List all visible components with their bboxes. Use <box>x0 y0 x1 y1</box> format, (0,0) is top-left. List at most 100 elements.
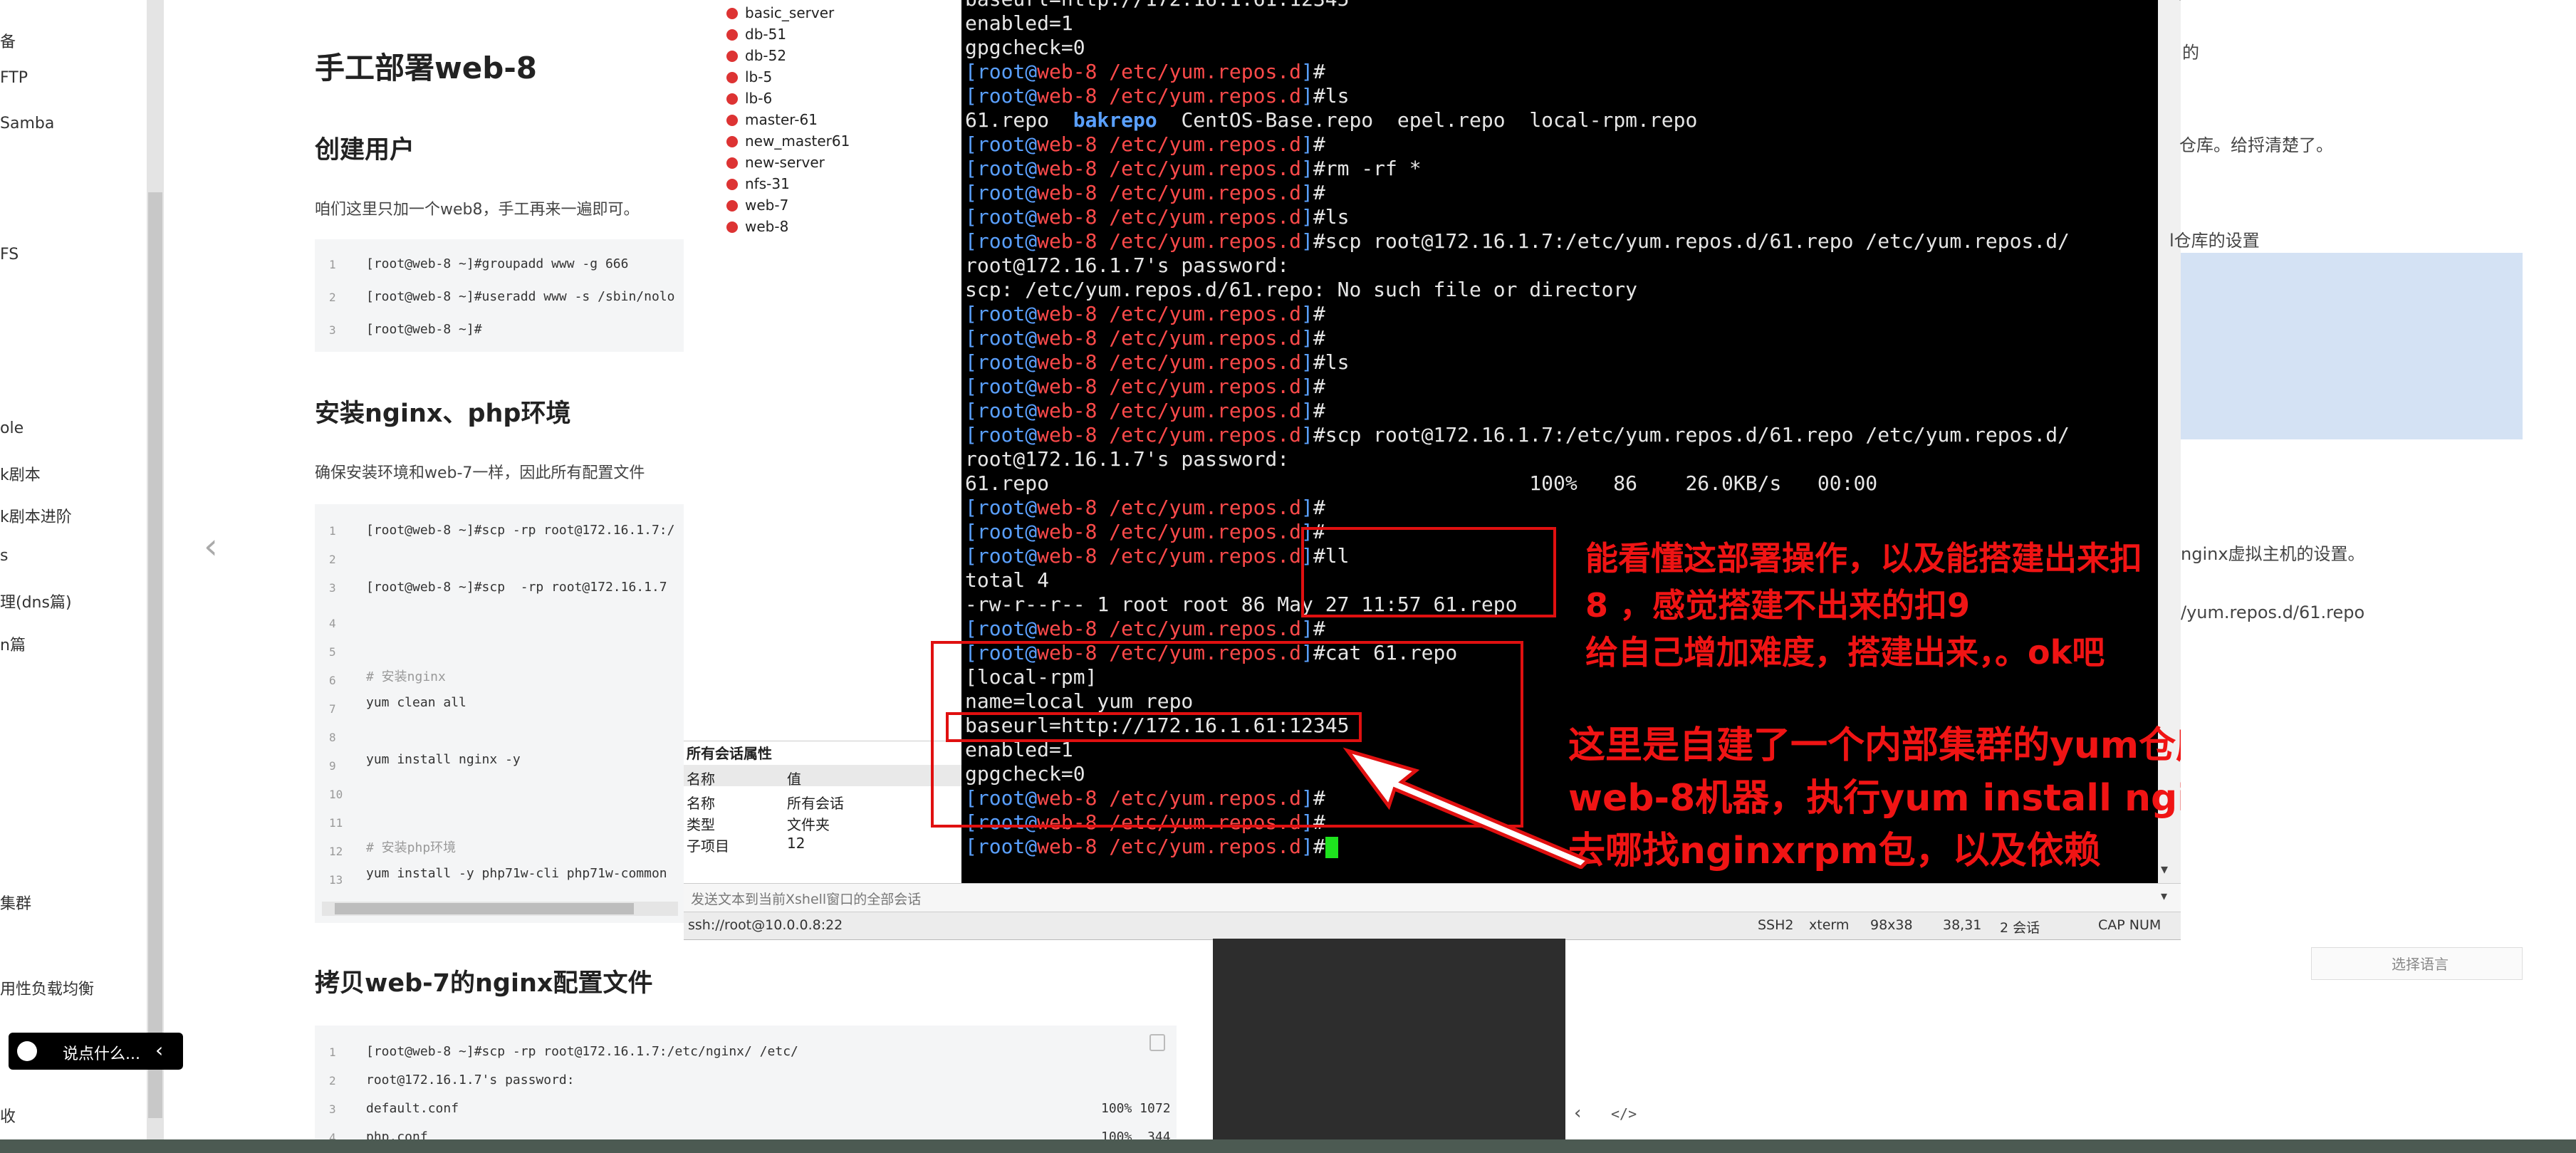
session-item[interactable]: db-51 <box>745 26 786 43</box>
terminal-line: [root@web-8 /etc/yum.repos.d]#ls <box>965 205 1350 229</box>
dark-panel <box>1213 939 1565 1139</box>
status-size: 98x38 <box>1870 917 1913 933</box>
property-value: 12 <box>787 835 805 852</box>
code-line: yum install nginx -y <box>366 752 521 767</box>
code-horizontal-scrollbar-thumb[interactable] <box>335 903 634 914</box>
session-item[interactable]: new_master61 <box>745 132 850 150</box>
compose-bar-text[interactable]: 发送文本到当前Xshell窗口的全部会话 <box>691 889 921 908</box>
line-number: 2 <box>329 1074 336 1087</box>
smiley-icon[interactable] <box>17 1041 37 1061</box>
right-panel-text: nginx虚拟主机的设置。 <box>2181 544 2365 564</box>
terminal-line: [root@web-8 /etc/yum.repos.d]# <box>965 181 1325 204</box>
terminal-line: [root@web-8 /etc/yum.repos.d]# <box>965 835 1338 858</box>
nav-item[interactable]: Samba <box>0 115 54 132</box>
terminal-line: scp: /etc/yum.repos.d/61.repo: No such f… <box>965 278 1638 301</box>
line-number: 9 <box>329 759 336 773</box>
terminal-line: [root@web-8 /etc/yum.repos.d]# <box>965 520 1325 543</box>
session-icon <box>726 221 738 233</box>
line-number: 1 <box>329 524 336 538</box>
nav-item[interactable]: n篇 <box>0 632 26 655</box>
nav-item[interactable]: 集群 <box>0 891 31 914</box>
chat-collapse-icon[interactable]: ‹ <box>155 1038 163 1062</box>
property-name: 名称 <box>687 795 715 812</box>
session-item[interactable]: new-server <box>745 154 825 171</box>
right-panel-text: 的 <box>2182 43 2199 63</box>
session-icon <box>726 29 738 41</box>
code-line-right: 100% 1072 <box>1101 1101 1171 1116</box>
line-number: 1 <box>329 258 336 271</box>
line-number: 5 <box>329 645 336 659</box>
session-item[interactable]: web-7 <box>745 197 788 214</box>
annotation-note-2: 这里是自建了一个内部集群的yum仓库 <box>1568 724 2213 767</box>
code-line: [root@web-8 ~]#scp -rp root@172.16.1.7:/… <box>366 1044 798 1059</box>
page-title: 手工部署web-8 <box>315 51 538 85</box>
status-sessions: 2 会话 <box>2000 920 2040 936</box>
session-icon <box>726 72 738 83</box>
code-line: yum install -y php71w-cli php71w-common <box>366 866 667 881</box>
nav-item[interactable]: 备 <box>0 29 16 52</box>
session-icon <box>726 136 738 147</box>
properties-header-row <box>684 765 961 786</box>
nav-item[interactable]: 理(dns篇) <box>0 590 72 612</box>
session-icon <box>726 200 738 212</box>
terminal-line: [root@web-8 /etc/yum.repos.d]# <box>965 60 1325 83</box>
terminal-line: [root@web-8 /etc/yum.repos.d]# <box>965 617 1325 640</box>
session-item[interactable]: lb-5 <box>745 68 772 85</box>
properties-header-name: 名称 <box>687 771 715 788</box>
annotation-note-2: 去哪找nginxrpm包，以及依赖 <box>1568 830 2101 872</box>
right-panel-text: l仓库的设置 <box>2169 231 2260 251</box>
session-item[interactable]: basic_server <box>745 4 834 21</box>
terminal-line: [root@web-8 /etc/yum.repos.d]# <box>965 326 1325 350</box>
right-panel-text: /yum.repos.d/61.repo <box>2181 602 2365 622</box>
terminal-line: 61.repo 100% 86 26.0KB/s 00:00 <box>965 471 1878 495</box>
session-icon <box>726 93 738 105</box>
session-tree <box>684 0 962 741</box>
code-line: [root@web-8 ~]#groupadd www -g 666 <box>366 256 629 271</box>
annotation-box-ll <box>1301 527 1556 617</box>
terminal-line: [root@web-8 /etc/yum.repos.d]# <box>965 302 1325 325</box>
terminal-line: [root@web-8 /etc/yum.repos.d]#rm -rf * <box>965 157 1422 180</box>
nav-item[interactable]: FTP <box>0 69 28 87</box>
language-select-label[interactable]: 选择语言 <box>2392 953 2449 974</box>
session-item[interactable]: lb-6 <box>745 90 772 107</box>
chat-placeholder[interactable]: 说点什么... <box>63 1041 140 1064</box>
properties-header-value: 值 <box>787 771 801 788</box>
right-panel-text: 仓库。给捋清楚了。 <box>2179 135 2333 155</box>
line-number: 8 <box>329 731 336 744</box>
nav-item[interactable]: ole <box>0 419 24 437</box>
session-item[interactable]: web-8 <box>745 218 788 235</box>
nav-item[interactable]: s <box>0 547 8 565</box>
annotation-note-1: 8 ，感觉搭建不出来的扣9 <box>1585 586 1971 625</box>
property-value: 文件夹 <box>787 816 830 833</box>
session-icon <box>726 115 738 126</box>
nav-item[interactable]: 用性负载均衡 <box>0 976 94 999</box>
previous-page-arrow-icon[interactable]: ‹ <box>204 526 218 567</box>
paragraph-create-user: 咱们这里只加一个web8，手工再来一遍即可。 <box>315 201 640 219</box>
line-number: 7 <box>329 702 336 716</box>
code-tag-icon[interactable]: </> <box>1611 1105 1637 1122</box>
line-number: 1 <box>329 1045 336 1059</box>
nav-item[interactable]: k剧本 <box>0 462 41 485</box>
left-nav-scrollbar-thumb[interactable] <box>148 192 162 1118</box>
terminal-cursor <box>1325 837 1338 858</box>
code-block-install <box>315 504 685 923</box>
compose-dropdown-icon[interactable]: ▾ <box>2161 889 2167 904</box>
chevron-left-icon[interactable]: ‹ <box>1574 1102 1581 1124</box>
session-item[interactable]: nfs-31 <box>745 175 790 192</box>
terminal-line: [root@web-8 /etc/yum.repos.d]#ls <box>965 84 1350 108</box>
session-item[interactable]: db-52 <box>745 47 786 64</box>
session-item[interactable]: master-61 <box>745 111 818 128</box>
line-number: 6 <box>329 674 336 687</box>
status-cursor-pos: 38,31 <box>1943 917 1982 933</box>
scroll-down-icon[interactable]: ▾ <box>2161 860 2168 877</box>
terminal-line: [root@web-8 /etc/yum.repos.d]# <box>965 132 1325 156</box>
properties-title: 所有会话属性 <box>687 745 772 762</box>
nav-item[interactable]: FS <box>0 246 19 264</box>
line-number: 3 <box>329 581 336 595</box>
left-navigation <box>0 0 164 1139</box>
line-number: 4 <box>329 617 336 630</box>
nav-item[interactable]: k剧本进阶 <box>0 504 72 527</box>
annotation-note-1: 能看懂这部署操作，以及能搭建出来扣 <box>1585 539 2142 578</box>
nav-item[interactable]: 收 <box>0 1104 16 1127</box>
copy-code-icon[interactable] <box>1149 1034 1165 1051</box>
